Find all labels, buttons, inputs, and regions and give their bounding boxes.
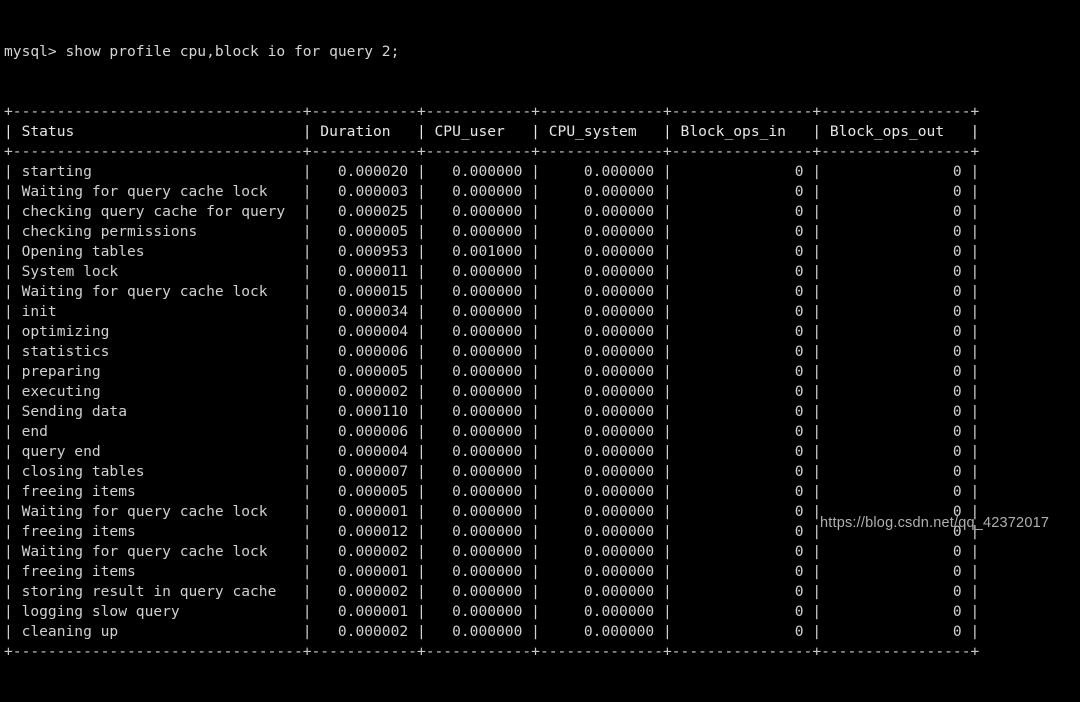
table-row: | storing result in query cache | 0.0000…	[4, 583, 980, 600]
table-row: | statistics | 0.000006 | 0.000000 | 0.0…	[4, 343, 980, 360]
table-rule-top: +---------------------------------+-----…	[4, 103, 980, 120]
table-row: | freeing items | 0.000012 | 0.000000 | …	[4, 523, 980, 540]
table-row: | checking permissions | 0.000005 | 0.00…	[4, 223, 980, 240]
table-row: | optimizing | 0.000004 | 0.000000 | 0.0…	[4, 323, 980, 340]
mysql-profile-table: +---------------------------------+-----…	[4, 102, 1080, 662]
table-rule-header: +---------------------------------+-----…	[4, 143, 980, 160]
table-header-row: | Status | Duration | CPU_user | CPU_sys…	[4, 123, 980, 140]
table-rule-bottom: +---------------------------------+-----…	[4, 643, 980, 660]
table-row: | executing | 0.000002 | 0.000000 | 0.00…	[4, 383, 980, 400]
terminal-screen[interactable]: mysql> show profile cpu,block io for que…	[0, 0, 1080, 660]
table-row: | freeing items | 0.000001 | 0.000000 | …	[4, 563, 980, 580]
table-row: | end | 0.000006 | 0.000000 | 0.000000 |…	[4, 423, 980, 440]
table-row: | Opening tables | 0.000953 | 0.001000 |…	[4, 243, 980, 260]
table-row: | checking query cache for query | 0.000…	[4, 203, 980, 220]
table-row: | Waiting for query cache lock | 0.00000…	[4, 503, 980, 520]
table-row: | closing tables | 0.000007 | 0.000000 |…	[4, 463, 980, 480]
table-row: | cleaning up | 0.000002 | 0.000000 | 0.…	[4, 623, 980, 640]
table-row: | Waiting for query cache lock | 0.00000…	[4, 543, 980, 560]
table-row: | logging slow query | 0.000001 | 0.0000…	[4, 603, 980, 620]
command-prompt-line: mysql> show profile cpu,block io for que…	[4, 43, 400, 60]
table-row: | preparing | 0.000005 | 0.000000 | 0.00…	[4, 363, 980, 380]
table-row: | Waiting for query cache lock | 0.00000…	[4, 183, 980, 200]
table-row: | init | 0.000034 | 0.000000 | 0.000000 …	[4, 303, 980, 320]
table-row: | System lock | 0.000011 | 0.000000 | 0.…	[4, 263, 980, 280]
table-row: | query end | 0.000004 | 0.000000 | 0.00…	[4, 443, 980, 460]
table-row: | starting | 0.000020 | 0.000000 | 0.000…	[4, 163, 980, 180]
table-row: | Sending data | 0.000110 | 0.000000 | 0…	[4, 403, 980, 420]
table-row: | freeing items | 0.000005 | 0.000000 | …	[4, 483, 980, 500]
table-row: | Waiting for query cache lock | 0.00001…	[4, 283, 980, 300]
